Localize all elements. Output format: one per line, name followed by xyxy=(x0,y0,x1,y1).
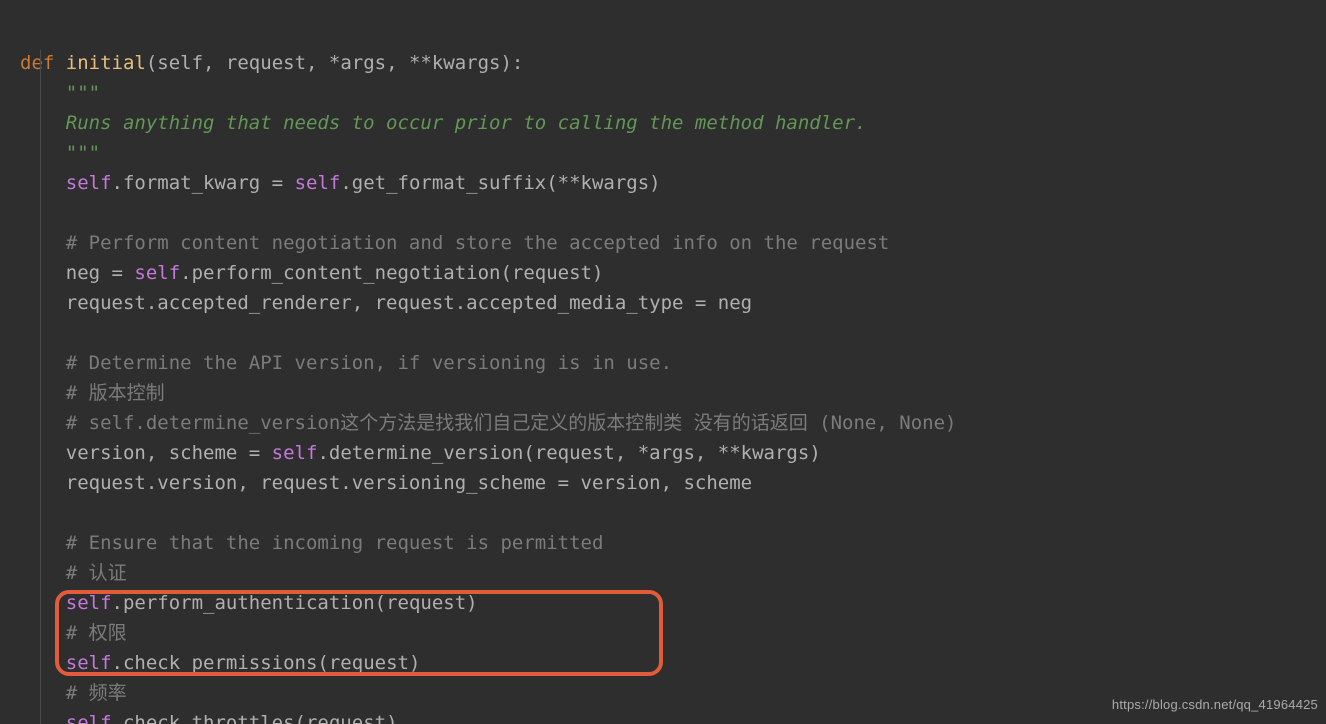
params: (self, request, *args, **kwargs): xyxy=(146,52,524,74)
comment: # Perform content negotiation and store … xyxy=(66,232,890,254)
code-text: .get_format_suffix(**kwargs) xyxy=(340,172,660,194)
watermark: https://blog.csdn.net/qq_41964425 xyxy=(1112,690,1318,720)
self-ref: self xyxy=(272,442,318,464)
indent-guide xyxy=(40,50,41,724)
code-text: .perform_authentication(request) xyxy=(112,592,478,614)
comment: # 认证 xyxy=(66,562,127,584)
self-ref: self xyxy=(134,262,180,284)
self-ref: self xyxy=(66,712,112,724)
code-text: request.version, request.versioning_sche… xyxy=(66,472,752,494)
keyword-def: def xyxy=(20,52,54,74)
function-name: initial xyxy=(66,52,146,74)
self-ref: self xyxy=(66,592,112,614)
comment: # Determine the API version, if versioni… xyxy=(66,352,672,374)
comment: # 权限 xyxy=(66,622,127,644)
code-text: .perform_content_negotiation(request) xyxy=(180,262,603,284)
comment: # 版本控制 xyxy=(66,382,165,404)
code-text: version, scheme = xyxy=(66,442,272,464)
code-text: .check_throttles(request) xyxy=(112,712,398,724)
self-ref: self xyxy=(295,172,341,194)
comment: # Ensure that the incoming request is pe… xyxy=(66,532,604,554)
code-text: neg = xyxy=(66,262,135,284)
docstring-body: Runs anything that needs to occur prior … xyxy=(66,112,867,134)
code-block: def initial(self, request, *args, **kwar… xyxy=(0,0,1326,724)
docstring-close: """ xyxy=(66,142,100,164)
code-text: .determine_version(request, *args, **kwa… xyxy=(317,442,820,464)
self-ref: self xyxy=(66,172,112,194)
self-ref: self xyxy=(66,652,112,674)
code-text: .check_permissions(request) xyxy=(112,652,421,674)
comment: # self.determine_version这个方法是找我们自己定义的版本控… xyxy=(66,412,957,434)
code-text: request.accepted_renderer, request.accep… xyxy=(66,292,752,314)
comment: # 频率 xyxy=(66,682,127,704)
code-text: .format_kwarg = xyxy=(112,172,295,194)
docstring-open: """ xyxy=(66,82,100,104)
